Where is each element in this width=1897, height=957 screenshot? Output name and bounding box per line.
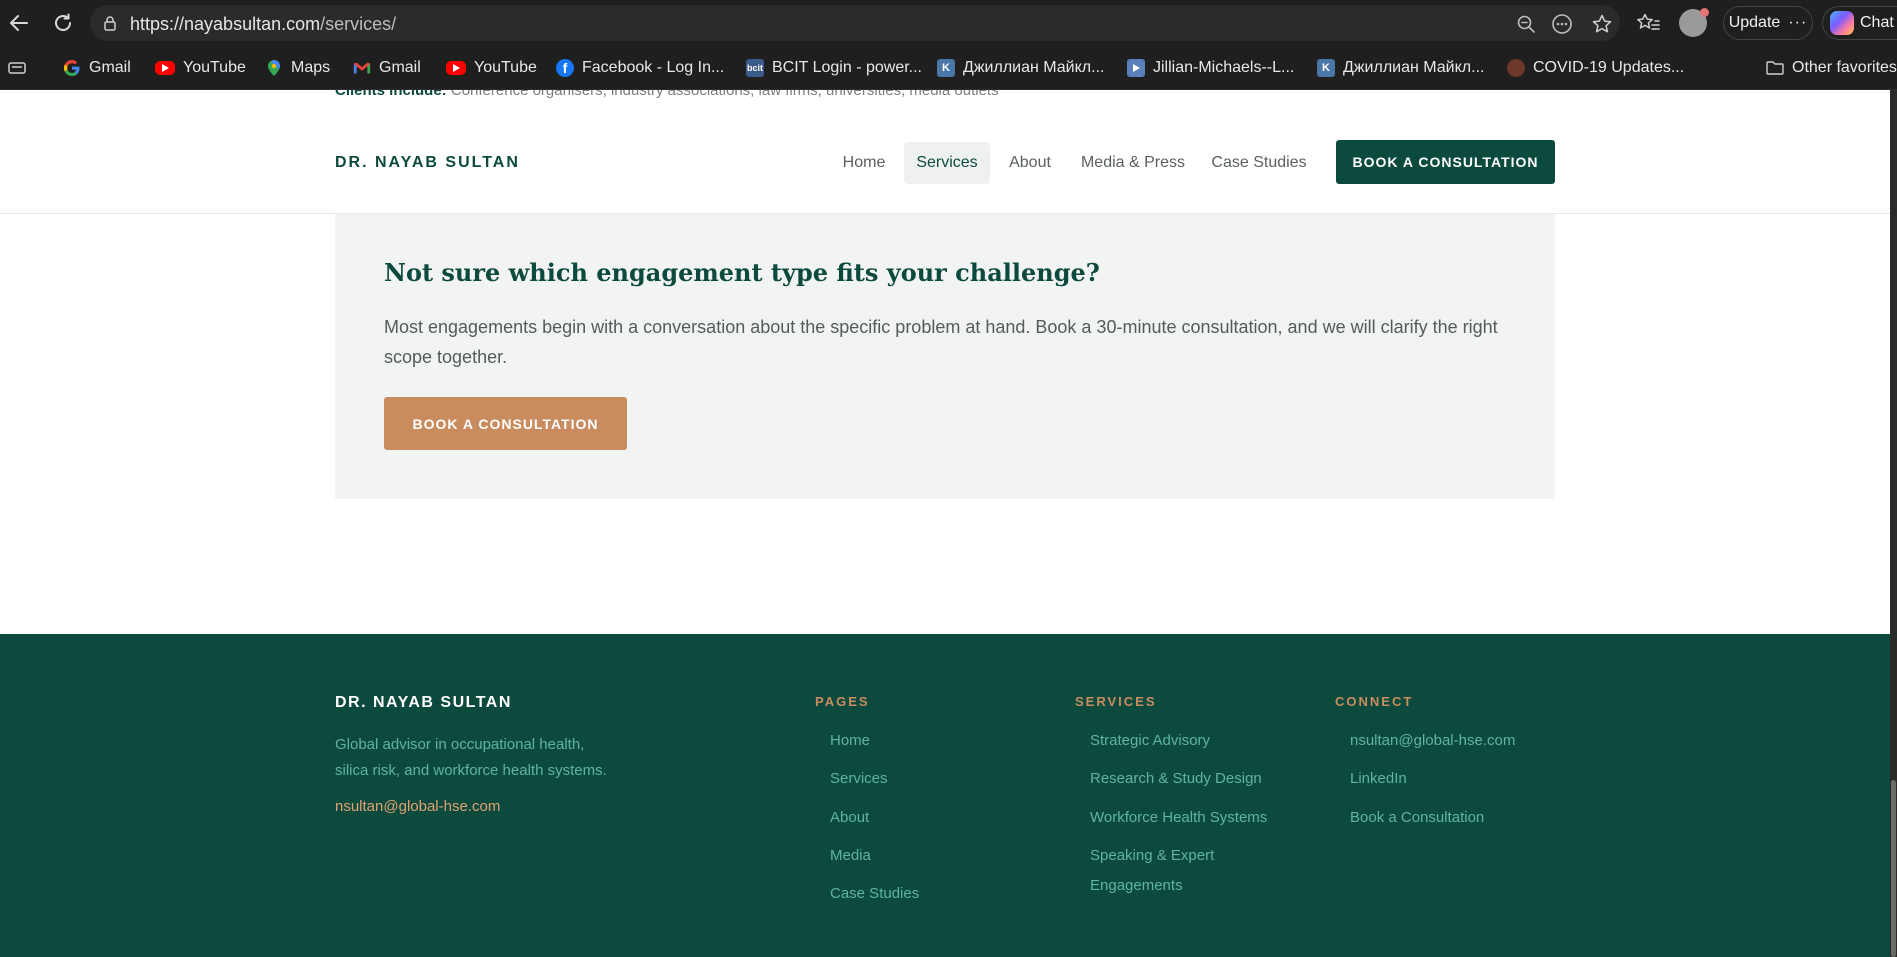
tab-actions-icon[interactable] bbox=[8, 57, 26, 79]
back-icon[interactable] bbox=[4, 8, 34, 38]
footer-link-book-consultation[interactable]: Book a Consultation bbox=[1350, 809, 1484, 826]
copilot-icon bbox=[1830, 11, 1854, 35]
web-page: Clients include: Conference organisers, … bbox=[0, 90, 1890, 957]
gmail-icon bbox=[353, 59, 371, 77]
browser-toolbar: https://nayabsultan.com/services/ Update… bbox=[0, 0, 1897, 46]
bookmark-vk-1[interactable]: K Джиллиан Майкл... bbox=[937, 57, 1104, 79]
footer-link-strategic-advisory[interactable]: Strategic Advisory bbox=[1090, 732, 1210, 749]
nav-media-press[interactable]: Media & Press bbox=[1076, 142, 1190, 184]
bookmark-maps[interactable]: Maps bbox=[265, 57, 330, 79]
footer-services-heading: SERVICES bbox=[1075, 694, 1157, 709]
footer-link-engagements[interactable]: Engagements bbox=[1090, 877, 1183, 894]
footer-email-link[interactable]: nsultan@global-hse.com bbox=[335, 798, 500, 815]
lock-icon[interactable] bbox=[102, 15, 118, 36]
covid-icon bbox=[1507, 59, 1525, 77]
favorites-icon[interactable] bbox=[1633, 8, 1663, 38]
bookmark-gmail-2[interactable]: Gmail bbox=[353, 57, 421, 79]
facebook-icon: f bbox=[556, 59, 574, 77]
nav-about[interactable]: About bbox=[1002, 142, 1058, 184]
google-icon bbox=[63, 59, 81, 77]
bookmark-jillian[interactable]: Jillian-Michaels--L... bbox=[1127, 57, 1294, 79]
reload-icon[interactable] bbox=[48, 8, 78, 38]
footer-brand: DR. NAYAB SULTAN bbox=[335, 694, 512, 711]
bookmark-bcit[interactable]: bcit BCIT Login - power... bbox=[746, 57, 922, 79]
scrollbar-thumb[interactable] bbox=[1891, 780, 1896, 957]
page-scrollbar[interactable] bbox=[1890, 90, 1897, 957]
footer-link-media[interactable]: Media bbox=[830, 847, 871, 864]
footer-connect-heading: CONNECT bbox=[1335, 694, 1414, 709]
video-icon bbox=[1127, 59, 1145, 77]
footer-pages-heading: PAGES bbox=[815, 694, 870, 709]
zoom-icon[interactable] bbox=[1513, 11, 1539, 37]
profile-avatar[interactable] bbox=[1679, 8, 1709, 37]
footer-description: Global advisor in occupational health, s… bbox=[335, 736, 607, 779]
nav-services[interactable]: Services bbox=[904, 142, 990, 184]
more-icon: ··· bbox=[1788, 14, 1808, 31]
bookmarks-bar: Gmail YouTube Maps Gmail YouTube f Faceb… bbox=[0, 46, 1897, 90]
url-text[interactable]: https://nayabsultan.com/services/ bbox=[130, 14, 396, 35]
callout-title: Not sure which engagement type fits your… bbox=[384, 258, 1100, 287]
site-logo[interactable]: DR. NAYAB SULTAN bbox=[335, 154, 520, 172]
maps-icon bbox=[265, 59, 283, 77]
notification-dot bbox=[1700, 8, 1709, 17]
browser-window: https://nayabsultan.com/services/ Update… bbox=[0, 0, 1897, 957]
nav-home[interactable]: Home bbox=[836, 142, 892, 184]
update-button[interactable]: Update ··· bbox=[1723, 6, 1813, 40]
bookmark-facebook[interactable]: f Facebook - Log In... bbox=[556, 57, 724, 79]
footer-link-speaking-expert[interactable]: Speaking & Expert bbox=[1090, 847, 1214, 864]
bookmark-vk-2[interactable]: K Джиллиан Майкл... bbox=[1317, 57, 1484, 79]
header-book-consultation-button[interactable]: BOOK A CONSULTATION bbox=[1336, 140, 1555, 184]
bookmark-gmail[interactable]: Gmail bbox=[63, 57, 131, 79]
more-page-actions-icon[interactable] bbox=[1549, 11, 1575, 37]
footer-link-workforce-health-systems[interactable]: Workforce Health Systems bbox=[1090, 809, 1267, 826]
footer-link-about[interactable]: About bbox=[830, 809, 869, 826]
youtube-icon bbox=[446, 61, 466, 75]
vk-icon: K bbox=[1317, 59, 1335, 77]
footer-link-case-studies[interactable]: Case Studies bbox=[830, 885, 919, 902]
bookmark-youtube[interactable]: YouTube bbox=[155, 57, 246, 79]
callout-text: Most engagements begin with a conversati… bbox=[384, 317, 1498, 367]
nav-case-studies[interactable]: Case Studies bbox=[1208, 142, 1310, 184]
footer-link-services[interactable]: Services bbox=[830, 770, 888, 787]
site-footer: DR. NAYAB SULTAN Global advisor in occup… bbox=[0, 634, 1890, 957]
consultation-callout: Not sure which engagement type fits your… bbox=[335, 214, 1555, 499]
star-icon[interactable] bbox=[1589, 11, 1615, 37]
bookmark-youtube-2[interactable]: YouTube bbox=[446, 57, 537, 79]
footer-link-email[interactable]: nsultan@global-hse.com bbox=[1350, 732, 1515, 749]
bcit-icon: bcit bbox=[746, 59, 764, 77]
footer-link-research-study-design[interactable]: Research & Study Design bbox=[1090, 770, 1262, 787]
bookmark-covid[interactable]: COVID-19 Updates... bbox=[1507, 57, 1684, 79]
youtube-icon bbox=[155, 61, 175, 75]
site-header: DR. NAYAB SULTAN Home Services About Med… bbox=[0, 98, 1890, 214]
footer-link-home[interactable]: Home bbox=[830, 732, 870, 749]
other-favorites[interactable]: Other favorites bbox=[1766, 57, 1897, 79]
footer-link-linkedin[interactable]: LinkedIn bbox=[1350, 770, 1407, 787]
callout-book-consultation-button[interactable]: BOOK A CONSULTATION bbox=[384, 397, 627, 450]
folder-icon bbox=[1766, 59, 1784, 77]
vk-icon: K bbox=[937, 59, 955, 77]
address-bar[interactable]: https://nayabsultan.com/services/ bbox=[90, 5, 1620, 41]
copilot-chat-button[interactable]: Chat bbox=[1822, 6, 1897, 40]
